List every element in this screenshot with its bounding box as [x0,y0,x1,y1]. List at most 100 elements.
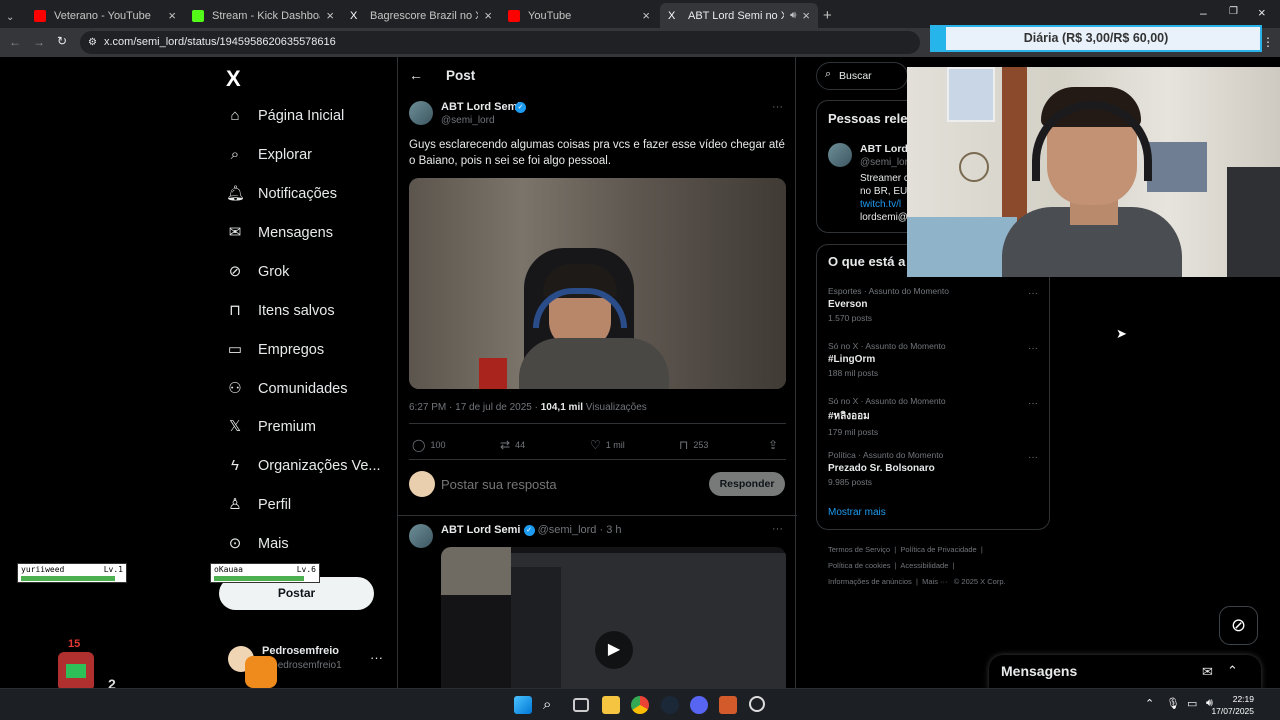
nav-label: Grok [258,264,290,280]
close-icon[interactable]: × [802,8,810,23]
close-icon[interactable]: × [484,8,492,23]
nav-item-grok[interactable]: ⊘ Grok [226,257,290,287]
kebab-menu-icon[interactable]: ⋮ [1262,35,1274,49]
trend-item[interactable]: Política · Assunto do Momento Prezado Sr… [828,450,1038,487]
bookmark-button[interactable]: ⊓ 253 [679,438,708,452]
footer-link[interactable]: Política de cookies [828,561,891,570]
tweet-video[interactable] [409,178,786,389]
reply-button[interactable]: Responder [709,472,785,496]
tab-bagrescore[interactable]: X Bagrescore Brazil no X: "COMO × [342,3,500,28]
tab-search-button[interactable]: ⌄ [0,5,24,30]
avatar[interactable] [409,101,433,125]
nav-item-comunidades[interactable]: ⚇ Comunidades [226,374,347,404]
system-clock[interactable]: 22:19 17/07/2025 [1211,693,1254,717]
tweet-handle[interactable]: @semi_lord [538,524,597,536]
trend-item[interactable]: Só no X · Assunto do Momento #LingOrm 18… [828,341,1038,378]
messages-drawer[interactable]: Mensagens ✉ ⌃ [989,655,1261,690]
close-icon[interactable]: × [642,8,650,23]
steam-icon[interactable] [661,696,679,714]
minimize-icon[interactable]: – [1200,6,1207,20]
tweet-author[interactable]: ABT Lord Semi [441,524,520,536]
chevron-up-icon[interactable]: ⌃ [1227,663,1238,679]
close-window-icon[interactable]: × [1258,5,1266,20]
more-icon[interactable]: ··· [1028,343,1038,354]
close-icon[interactable]: × [326,8,334,23]
more-icon[interactable]: ··· [1028,288,1038,299]
reply-button[interactable]: ◯ 100 [412,438,445,452]
back-icon[interactable]: ← [9,35,21,49]
file-explorer-icon[interactable] [602,696,620,714]
nav-item-mais[interactable]: ⊙ Mais [226,529,289,559]
footer-link[interactable]: Informações de anúncios [828,577,912,586]
back-arrow-icon[interactable]: ← [409,67,423,83]
play-icon[interactable]: ▶ [595,631,633,669]
tweet-time[interactable]: · 3 h [600,524,622,536]
tweet-timestamp: 6:27 PM · 17 de jul de 2025 · 104,1 mil … [409,402,647,413]
site-info-icon[interactable]: ⚙ [88,31,97,54]
network-icon[interactable]: ▭ [1187,697,1197,710]
mouse-cursor: ➤ [1116,326,1127,341]
search-icon[interactable]: ⌕ [543,696,561,714]
more-icon[interactable]: ··· [370,650,383,665]
x-logo[interactable]: X [226,66,241,92]
tab-lord-semi[interactable]: X ABT Lord Semi no X: "Guys 🔊︎ × [660,3,818,28]
maximize-icon[interactable]: ❐ [1229,6,1238,17]
trend-item[interactable]: Só no X · Assunto do Momento #หลิงออม 17… [828,396,1038,437]
tab-youtube[interactable]: YouTube × [500,3,658,28]
nav-item-notifica-es[interactable]: 🔔︎ Notificações [226,179,337,209]
repost-button[interactable]: ⇄ 44 [500,438,525,452]
microphone-icon[interactable]: 🎙︎ [1166,697,1180,710]
tab-veterano[interactable]: Veterano - YouTube × [26,3,184,28]
avatar[interactable] [828,143,852,167]
footer-link[interactable]: Política de Privacidade [900,545,976,554]
person-link[interactable]: twitch.tv/l [860,199,901,210]
tweet-video-thumbnail[interactable]: ▶ [441,547,786,688]
nav-item-p-gina-inicial[interactable]: ⌂ Página Inicial [226,101,344,131]
new-message-icon[interactable]: ✉ [1202,664,1213,680]
reload-icon[interactable]: ↻ [57,34,67,48]
tweet-author[interactable]: ABT Lord Semi [441,101,520,113]
footer-link[interactable]: Mais ··· [922,577,947,586]
new-tab-button[interactable]: + [820,3,840,28]
app-icon[interactable] [749,696,765,712]
address-bar[interactable]: ⚙ x.com/semi_lord/status/194595862063557… [80,31,920,54]
nav-item-premium[interactable]: 𝕏 Premium [226,412,316,442]
task-view-icon[interactable] [573,698,589,712]
nav-item-empregos[interactable]: ▭ Empregos [226,335,324,365]
obs-icon[interactable] [719,696,737,714]
search-input[interactable]: ⌕ Buscar [816,62,908,90]
trends-card: O que está a Esportes · Assunto do Momen… [816,244,1050,530]
more-icon[interactable]: ··· [772,101,783,113]
more-icon[interactable]: ··· [1028,398,1038,409]
chrome-icon[interactable] [631,696,649,714]
forward-icon[interactable]: → [33,35,45,49]
avatar[interactable] [409,524,433,548]
nav-item-organiza-es-ve[interactable]: ϟ Organizações Ve... [226,451,381,481]
reply-input[interactable] [441,473,701,495]
discord-icon[interactable] [690,696,708,714]
footer-link[interactable]: Termos de Serviço [828,545,890,554]
share-button[interactable]: ⇪ [768,438,783,452]
nav-item-mensagens[interactable]: ✉ Mensagens [226,218,333,248]
chevron-down-icon: ⌄ [6,12,15,23]
nav-item-explorar[interactable]: ⌕ Explorar [226,140,312,170]
tweet-handle[interactable]: @semi_lord [441,115,495,126]
footer-link[interactable]: Acessibilidade [900,561,948,570]
more-icon[interactable]: ··· [772,523,783,535]
grok-fab-icon[interactable]: ⊘ [1219,606,1258,645]
post-time[interactable]: 6:27 PM · 17 de jul de 2025 · [409,402,541,413]
show-more-link[interactable]: Mostrar mais [828,507,886,518]
nav-item-itens-salvos[interactable]: ⊓ Itens salvos [226,296,334,326]
like-button[interactable]: ♡ 1 mil [590,438,625,452]
x-icon: X [350,9,358,22]
player-level: Lv.1 [103,565,123,574]
trend-item[interactable]: Esportes · Assunto do Momento Everson 1.… [828,286,1038,323]
tray-chevron-icon[interactable]: ⌃ [1145,697,1154,710]
windows-start-icon[interactable] [514,696,532,714]
person-body [519,338,669,389]
speaker-icon[interactable]: 🔊︎ [790,10,796,21]
nav-item-perfil[interactable]: ♙ Perfil [226,490,291,520]
close-icon[interactable]: × [168,8,176,23]
tab-kick[interactable]: Stream - Kick Dashboard × [184,3,342,28]
more-icon[interactable]: ··· [1028,452,1038,463]
